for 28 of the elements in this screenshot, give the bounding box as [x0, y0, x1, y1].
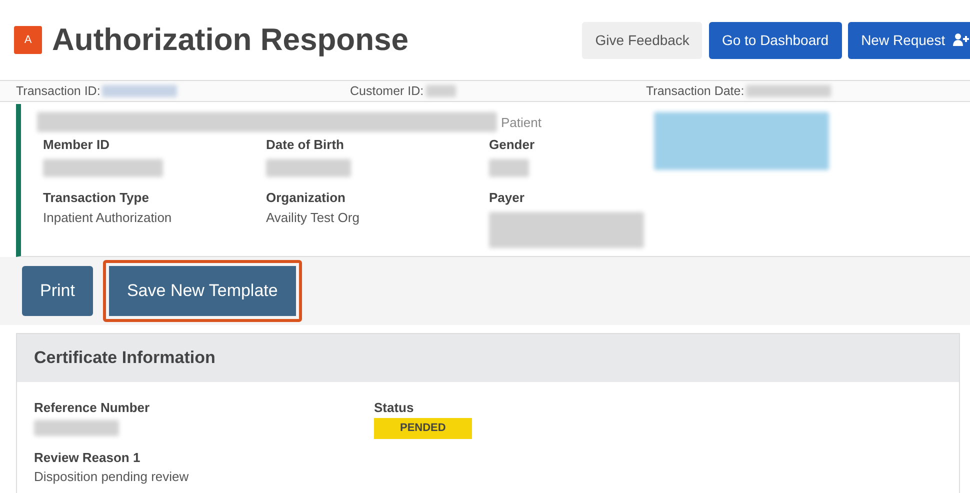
field-label: Transaction Date: — [646, 82, 744, 100]
field-label: Reference Number — [34, 398, 151, 416]
field-label: Review Reason 1 — [34, 448, 142, 466]
status-badge: PENDED — [374, 418, 472, 438]
field-label: Customer ID: — [350, 82, 424, 100]
field-value: Availity Test Org — [266, 208, 360, 227]
feedback-button[interactable]: Give Feedback — [582, 22, 702, 58]
section-header: Certificate Information — [17, 334, 959, 382]
add-user-icon — [953, 32, 969, 46]
app-logo: A — [14, 26, 42, 54]
field-label: Organization — [266, 189, 346, 208]
field-label: Transaction ID: — [16, 82, 100, 100]
patient-label: Patient — [501, 114, 542, 132]
field-label: Gender — [489, 136, 536, 154]
field-value: Disposition pending review — [34, 468, 190, 486]
redacted-text — [426, 85, 456, 97]
print-button[interactable]: Print — [22, 266, 93, 316]
redacted-text — [489, 158, 529, 177]
field-value: Inpatient Authorization — [43, 208, 173, 227]
save-template-button[interactable]: Save New Template — [102, 260, 302, 322]
field-label: Payer — [489, 189, 526, 208]
action-button[interactable]: New Request — [848, 22, 970, 58]
field-label: Member ID — [43, 136, 110, 154]
action-button[interactable]: Go to Dashboard — [708, 22, 842, 58]
field-label: Transaction Type — [43, 189, 150, 208]
field-label: Date of Birth — [266, 136, 345, 154]
page-title: Authorization Response — [52, 21, 409, 59]
field-label: Status — [374, 398, 415, 416]
